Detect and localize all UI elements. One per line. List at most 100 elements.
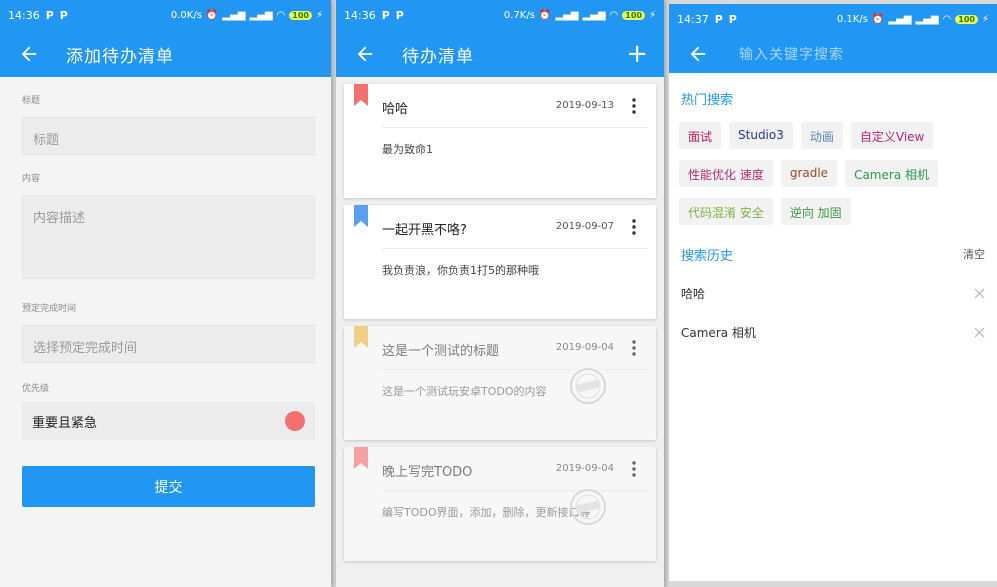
- more-vert-icon[interactable]: [632, 461, 636, 477]
- more-vert-icon[interactable]: [632, 219, 636, 235]
- todo-date: 2019-09-04: [555, 342, 614, 353]
- battery-icon: 100: [955, 15, 978, 24]
- priority-value: 重要且紧急: [32, 415, 98, 431]
- divider: [382, 248, 648, 249]
- clear-history-button[interactable]: 清空: [963, 246, 985, 262]
- hot-tag[interactable]: 自定义View: [850, 122, 934, 149]
- todo-list-screen: 14:36 P P 0.7K/s ⏰ ▂▄▆ ▂▄▆ ◠ 100 ⚡ 待办清单 …: [336, 0, 664, 587]
- notification-icon: P: [395, 9, 404, 22]
- hot-tag[interactable]: 逆向 加固: [780, 198, 851, 225]
- charging-icon: ⚡: [315, 10, 323, 21]
- title-input[interactable]: 标题: [22, 117, 315, 155]
- todo-date: 2019-09-04: [555, 463, 614, 474]
- status-right: 0.0K/s ⏰ ▂▄▆ ▂▄▆ ◠ 100 ⚡: [171, 10, 323, 21]
- notification-icon: P: [381, 9, 390, 22]
- status-bar: 14:36 P P 0.0K/s ⏰ ▂▄▆ ▂▄▆ ◠ 100 ⚡: [0, 0, 331, 31]
- alarm-icon: ⏰: [538, 10, 552, 21]
- todo-card[interactable]: 晚上写完TODO 2019-09-04 编写TODO界面，添加，删除，更新接口等: [344, 447, 656, 561]
- priority-selector[interactable]: 重要且紧急: [22, 402, 315, 440]
- signal-icon: ▂▄▆: [582, 10, 606, 21]
- signal-icon: ▂▄▆: [249, 10, 273, 21]
- status-right: 0.1K/s ⏰ ▂▄▆ ▂▄▆ ◠ 100 ⚡: [837, 14, 989, 25]
- todo-date: 2019-09-07: [555, 221, 614, 232]
- content-input[interactable]: 内容描述: [22, 195, 315, 279]
- todo-title: 哈哈: [382, 102, 409, 117]
- divider: [382, 369, 648, 370]
- history-item[interactable]: Camera 相机: [669, 313, 997, 352]
- battery-icon: 100: [289, 11, 312, 20]
- search-history-list: 哈哈 Camera 相机: [669, 274, 997, 352]
- close-icon[interactable]: [974, 288, 985, 299]
- network-speed: 0.0K/s: [170, 10, 202, 21]
- submit-button[interactable]: 提交: [22, 466, 315, 507]
- todo-title: 这是一个测试的标题: [382, 344, 500, 359]
- bookmark-icon: [354, 447, 368, 469]
- hot-search-title: 热门搜索: [681, 93, 734, 108]
- status-bar: 14:37 P P 0.1K/s ⏰ ▂▄▆ ▂▄▆ ◠ 100 ⚡: [669, 4, 997, 35]
- bookmark-icon: [354, 326, 368, 348]
- alarm-icon: ⏰: [871, 14, 885, 25]
- back-arrow-icon[interactable]: [354, 43, 376, 65]
- notification-icon: P: [714, 13, 723, 26]
- page-title: 添加待办清单: [66, 46, 174, 67]
- search-history-title: 搜索历史: [681, 248, 734, 264]
- history-item-text: 哈哈: [681, 287, 706, 301]
- hot-tag[interactable]: Studio3: [729, 122, 793, 149]
- todo-card[interactable]: 哈哈 2019-09-13 最为致命1: [344, 84, 656, 198]
- status-bar: 14:36 P P 0.7K/s ⏰ ▂▄▆ ▂▄▆ ◠ 100 ⚡: [336, 0, 664, 31]
- notification-icon: P: [728, 13, 737, 26]
- add-icon[interactable]: +: [626, 41, 648, 67]
- signal-icon: ▂▄▆: [555, 10, 579, 21]
- search-input[interactable]: 输入关键字搜索: [739, 44, 844, 64]
- toolbar: 待办清单 +: [336, 31, 664, 77]
- notification-icon: P: [45, 9, 54, 22]
- status-right: 0.7K/s ⏰ ▂▄▆ ▂▄▆ ◠ 100 ⚡: [504, 10, 656, 21]
- back-arrow-icon[interactable]: [687, 43, 709, 65]
- signal-icon: ▂▄▆: [888, 14, 912, 25]
- due-time-label: 预定完成时间: [22, 304, 77, 314]
- hot-search-header: 热门搜索: [669, 89, 997, 108]
- hot-tag[interactable]: gradle: [780, 160, 838, 187]
- close-icon[interactable]: [974, 327, 985, 338]
- notification-icon: P: [59, 9, 68, 22]
- signal-icon: ▂▄▆: [915, 14, 939, 25]
- todo-card[interactable]: 一起开黑不咯? 2019-09-07 我负责浪，你负责1打5的那种哦: [344, 205, 656, 319]
- todo-list: 哈哈 2019-09-13 最为致命1 一起开黑不咯? 2019-09-07 我…: [336, 77, 664, 561]
- todo-content: 最为致命1: [382, 143, 433, 156]
- hot-search-tags: 面试 Studio3 动画 自定义View 性能优化 速度 gradle Cam…: [669, 122, 997, 236]
- priority-label: 优先级: [22, 384, 50, 394]
- signal-icon: ▂▄▆: [222, 10, 246, 21]
- wifi-icon: ◠: [276, 10, 286, 21]
- todo-date: 2019-09-13: [555, 100, 614, 111]
- add-todo-form: 标题 标题 内容 内容描述 预定完成时间 选择预定完成时间 优先级 重要且紧急 …: [0, 93, 331, 507]
- status-time: 14:36: [8, 9, 40, 22]
- due-time-picker[interactable]: 选择预定完成时间: [22, 325, 315, 363]
- divider: [382, 490, 648, 491]
- todo-card[interactable]: 这是一个测试的标题 2019-09-04 这是一个测试玩安卓TODO的内容: [344, 326, 656, 440]
- wifi-icon: ◠: [609, 10, 619, 21]
- todo-content: 我负责浪，你负责1打5的那种哦: [382, 264, 539, 277]
- back-arrow-icon[interactable]: [18, 43, 40, 65]
- battery-icon: 100: [622, 11, 645, 20]
- history-item[interactable]: 哈哈: [669, 274, 997, 313]
- hot-tag[interactable]: 动画: [800, 122, 843, 149]
- search-history-header: 搜索历史 清空: [669, 242, 997, 266]
- more-vert-icon[interactable]: [632, 340, 636, 356]
- completed-stamp-icon: [570, 489, 606, 525]
- history-item-text: Camera 相机: [681, 326, 756, 340]
- more-vert-icon[interactable]: [632, 98, 636, 114]
- todo-content: 编写TODO界面，添加，删除，更新接口等: [382, 506, 591, 519]
- toolbar: 添加待办清单: [0, 31, 331, 77]
- title-label: 标题: [22, 96, 41, 106]
- add-todo-screen: 14:36 P P 0.0K/s ⏰ ▂▄▆ ▂▄▆ ◠ 100 ⚡ 添加待办清…: [0, 0, 331, 587]
- status-time: 14:36: [344, 9, 376, 22]
- status-time: 14:37: [677, 13, 709, 26]
- hot-tag[interactable]: 性能优化 速度: [679, 160, 773, 187]
- network-speed: 0.1K/s: [836, 14, 868, 25]
- todo-title: 晚上写完TODO: [382, 465, 473, 480]
- hot-tag[interactable]: 面试: [679, 122, 722, 149]
- todo-title: 一起开黑不咯?: [382, 223, 467, 238]
- network-speed: 0.7K/s: [503, 10, 535, 21]
- hot-tag[interactable]: 代码混淆 安全: [679, 198, 773, 225]
- hot-tag[interactable]: Camera 相机: [845, 160, 938, 187]
